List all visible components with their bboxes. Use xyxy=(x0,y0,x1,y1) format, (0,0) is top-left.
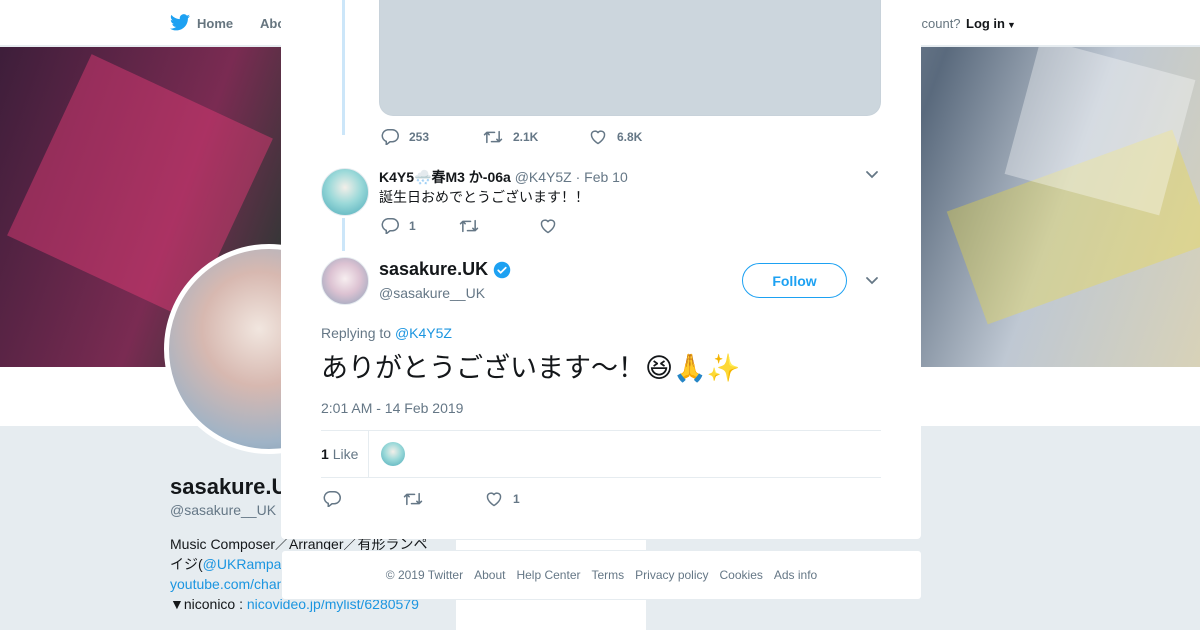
liker-avatar[interactable] xyxy=(381,442,405,466)
heart-icon xyxy=(486,491,502,506)
like-action[interactable] xyxy=(539,218,567,234)
have-account-prompt: ccount? xyxy=(915,16,961,31)
tweet-stats: 1 Like xyxy=(321,430,881,478)
follow-button[interactable]: Follow xyxy=(742,263,847,298)
login-label: Log in xyxy=(966,16,1005,31)
footer-link-about[interactable]: About xyxy=(474,568,505,582)
retweet-icon xyxy=(403,492,423,505)
footer-link-terms[interactable]: Terms xyxy=(591,568,624,582)
reply-author-avatar[interactable] xyxy=(321,168,369,216)
tweet-media-placeholder[interactable] xyxy=(379,0,881,116)
nav-home-link[interactable]: Home xyxy=(197,16,233,31)
reply-action[interactable]: 1 xyxy=(381,217,435,234)
bio-text: イジ( xyxy=(170,556,203,572)
likes-stat-count: 1 xyxy=(321,446,329,462)
reply-icon xyxy=(381,218,399,234)
chevron-down-icon[interactable] xyxy=(865,276,879,286)
reply-count: 253 xyxy=(409,129,430,144)
reply-tweet-text: 誕生日おめでとうございます！！ xyxy=(379,189,589,205)
reply-tweet-actions: 1 xyxy=(381,217,591,234)
reply-action[interactable]: 253 xyxy=(381,128,459,145)
replying-to-line: Replying to @K4Y5Z xyxy=(321,325,452,341)
reply-count: 1 xyxy=(409,218,416,233)
retweet-icon xyxy=(483,130,503,143)
likes-stat[interactable]: 1 Like xyxy=(321,446,358,462)
stats-divider xyxy=(368,431,369,478)
reply-icon xyxy=(323,491,341,507)
caret-down-icon: ▼ xyxy=(1007,20,1016,30)
reply-date[interactable]: · Feb 10 xyxy=(576,169,628,185)
bio-youtube-link[interactable]: youtube.com/chan xyxy=(170,576,284,592)
main-author-handle[interactable]: @sasakure__UK xyxy=(379,285,485,301)
like-action[interactable]: 1 xyxy=(485,491,520,507)
reply-author-name[interactable]: K4Y5🌨️春M3 か-06a xyxy=(379,169,511,185)
likes-stat-label: Like xyxy=(332,446,359,462)
replying-to-label: Replying to xyxy=(321,325,392,341)
tweet-timestamp[interactable]: 2:01 AM - 14 Feb 2019 xyxy=(321,400,463,416)
chevron-down-icon[interactable] xyxy=(865,170,879,180)
tweet-permalink-modal: 253 2.1K 6.8K K4Y5🌨️春M3 か-06a @K4Y5Z · F… xyxy=(281,0,921,539)
retweet-action[interactable]: 2.1K xyxy=(483,129,565,145)
heart-icon xyxy=(590,129,606,144)
retweet-icon xyxy=(459,219,479,232)
twitter-bird-icon[interactable] xyxy=(170,14,190,31)
close-icon[interactable] xyxy=(1155,13,1179,37)
replying-to-mention-link[interactable]: @K4Y5Z xyxy=(395,325,452,341)
like-count: 1 xyxy=(513,491,520,506)
profile-name: sasakure.U xyxy=(170,474,288,499)
retweet-action[interactable] xyxy=(459,218,515,234)
login-link[interactable]: Log in ▼ xyxy=(966,16,1016,31)
tweet-actions: 253 2.1K 6.8K xyxy=(381,128,666,145)
thread-connector xyxy=(342,218,345,251)
main-tweet-text: ありがとうございます〜！😆🙏✨ xyxy=(321,353,741,384)
footer-link-ads-info[interactable]: Ads info xyxy=(774,568,817,582)
reply-header: K4Y5🌨️春M3 か-06a @K4Y5Z · Feb 10 xyxy=(379,167,628,187)
verified-badge-icon xyxy=(493,261,511,278)
main-tweet-actions: 1 xyxy=(323,490,544,507)
retweet-action[interactable] xyxy=(403,491,461,507)
like-action[interactable]: 6.8K xyxy=(589,129,642,145)
reply-author-handle[interactable]: @K4Y5Z xyxy=(515,169,572,185)
bio-text: ▼niconico : xyxy=(170,596,247,612)
footer-link-privacy[interactable]: Privacy policy xyxy=(635,568,708,582)
reply-icon xyxy=(381,129,399,145)
retweet-count: 2.1K xyxy=(513,129,539,144)
copyright-text: © 2019 Twitter xyxy=(385,568,464,582)
profile-handle: @sasakure__UK xyxy=(170,502,277,518)
footer-link-cookies[interactable]: Cookies xyxy=(720,568,763,582)
reply-action[interactable] xyxy=(323,490,379,507)
footer-link-help-center[interactable]: Help Center xyxy=(516,568,580,582)
main-author-avatar[interactable] xyxy=(321,257,369,305)
bio-mention-link[interactable]: @UKRampa xyxy=(203,556,282,572)
thread-connector xyxy=(342,0,345,135)
main-author-name: sasakure.UK xyxy=(379,259,489,279)
heart-icon xyxy=(540,218,556,233)
modal-footer: © 2019 Twitter About Help Center Terms P… xyxy=(281,550,922,600)
like-count: 6.8K xyxy=(617,129,643,144)
main-author-name-row[interactable]: sasakure.UK xyxy=(379,259,511,280)
